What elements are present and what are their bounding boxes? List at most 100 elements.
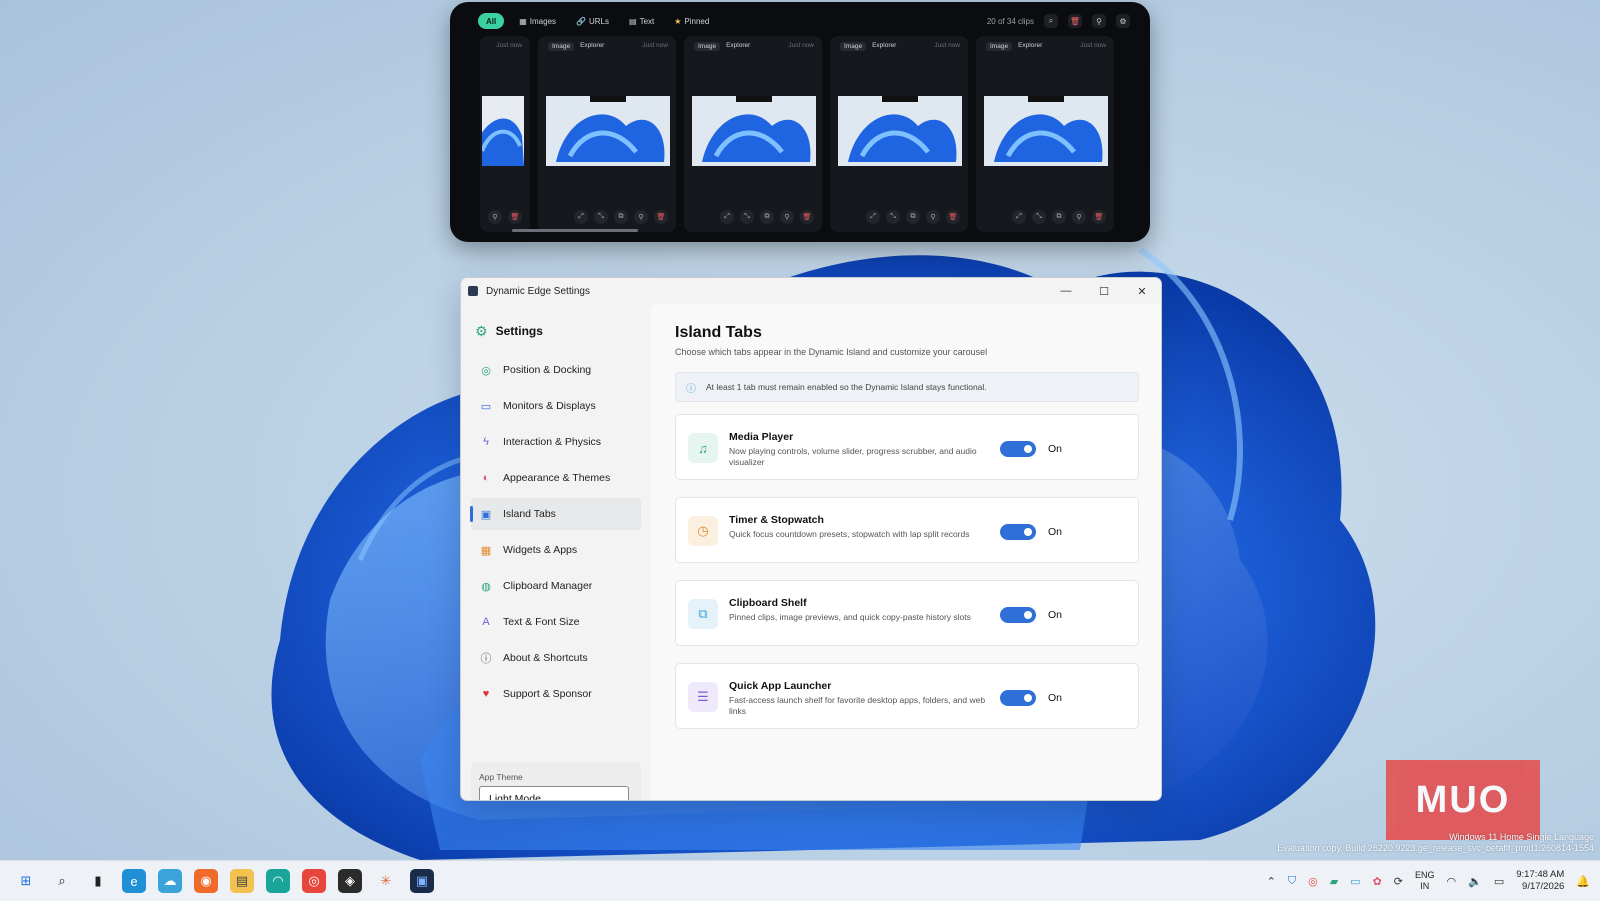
- minimize-button[interactable]: —: [1047, 278, 1085, 304]
- trash-icon[interactable]: 🗑: [654, 210, 668, 224]
- pin-icon[interactable]: ⚲: [488, 210, 502, 224]
- claude-icon[interactable]: ✳: [374, 869, 398, 893]
- monitor-icon[interactable]: ▭: [1350, 875, 1360, 888]
- quick-app-launcher-toggle[interactable]: [1000, 690, 1036, 706]
- sidebar-item-label: Island Tabs: [503, 508, 556, 520]
- clip-card[interactable]: Image Explorer Just now ⤢ ⤡ ⧉ ⚲ 🗑: [976, 36, 1114, 232]
- chrome-tray-icon[interactable]: ◎: [1308, 875, 1318, 888]
- trash-icon[interactable]: 🗑: [1092, 210, 1106, 224]
- tab-card-name: Quick App Launcher: [729, 680, 832, 692]
- clip-card[interactable]: Image Explorer Just now ⤢ ⤡ ⧉ ⚲ 🗑: [684, 36, 822, 232]
- filter-pinned[interactable]: ★ Pinned: [669, 13, 714, 29]
- copy-icon[interactable]: ⧉: [760, 210, 774, 224]
- chrome-icon[interactable]: ◎: [302, 869, 326, 893]
- start-icon[interactable]: ⊞: [14, 869, 38, 893]
- sidebar-item-label: Widgets & Apps: [503, 544, 578, 556]
- filter-all[interactable]: All: [478, 13, 505, 29]
- copy-icon[interactable]: ⧉: [614, 210, 628, 224]
- tab-card-description: Pinned clips, image previews, and quick …: [729, 612, 971, 622]
- github-icon[interactable]: ◈: [338, 869, 362, 893]
- file-explorer-icon[interactable]: ▤: [230, 869, 254, 893]
- battery-icon[interactable]: ▭: [1494, 875, 1504, 888]
- copilot-icon[interactable]: ◠: [266, 869, 290, 893]
- language-code: ENG: [1415, 870, 1435, 880]
- system-clock[interactable]: 9:17:48 AM 9/17/2026: [1516, 869, 1564, 893]
- sidebar-item-monitors-displays[interactable]: ▭ Monitors & Displays: [471, 390, 641, 422]
- sidebar-item-support-sponsor[interactable]: ♥ Support & Sponsor: [471, 678, 641, 710]
- clipboard-shelf-toggle[interactable]: [1000, 607, 1036, 623]
- notification-bell-icon[interactable]: 🔔: [1576, 875, 1590, 888]
- maximize-button[interactable]: ☐: [1085, 278, 1123, 304]
- sidebar-item-widgets-apps[interactable]: ▦ Widgets & Apps: [471, 534, 641, 566]
- trash-icon[interactable]: 🗑: [800, 210, 814, 224]
- app-theme-select[interactable]: Light Mode ⌄: [479, 786, 629, 801]
- firefox-icon[interactable]: ◉: [194, 869, 218, 893]
- app-tray-icon[interactable]: ✿: [1373, 875, 1382, 888]
- copy-icon[interactable]: ⧉: [906, 210, 920, 224]
- clip-count: 20 of 34 clips: [986, 16, 1034, 26]
- sidebar-item-position-docking[interactable]: ◎ Position & Docking: [471, 354, 641, 386]
- filter-images[interactable]: ▦ Images: [514, 13, 561, 29]
- search-icon[interactable]: ⌕: [1044, 14, 1058, 28]
- trash-icon[interactable]: 🗑: [508, 210, 522, 224]
- copy-icon[interactable]: ⧉: [1052, 210, 1066, 224]
- palette-icon: ◐: [482, 472, 490, 484]
- chevron-up-icon[interactable]: ⌃: [1267, 875, 1276, 888]
- filter-urls[interactable]: 🔗 URLs: [571, 13, 614, 29]
- fullscreen-icon[interactable]: ⤡: [1032, 210, 1046, 224]
- chart-icon[interactable]: ▰: [1330, 875, 1338, 888]
- weather-icon[interactable]: ☁: [158, 869, 182, 893]
- sidebar-title: Settings: [495, 324, 543, 338]
- expand-icon[interactable]: ⤢: [1012, 210, 1026, 224]
- dynamic-edge-icon[interactable]: ▣: [410, 869, 434, 893]
- task-view-icon[interactable]: ▮: [86, 869, 110, 893]
- image-icon: ▦: [519, 16, 527, 26]
- media-player-toggle[interactable]: [1000, 441, 1036, 457]
- wifi-icon[interactable]: ◠: [1447, 875, 1457, 888]
- clip-carousel[interactable]: Just now ⚲ 🗑 Image Explorer Just now ⤢ ⤡ ⧉ ⚲ 🗑 …: [480, 36, 1120, 232]
- pin-icon[interactable]: ⚲: [1092, 14, 1106, 28]
- edge-icon[interactable]: e: [122, 869, 146, 893]
- clip-card[interactable]: Image Explorer Just now ⤢ ⤡ ⧉ ⚲ 🗑: [830, 36, 968, 232]
- timer-stopwatch-toggle[interactable]: [1000, 524, 1036, 540]
- muo-logo: MUO: [1386, 760, 1540, 840]
- pin-icon[interactable]: ⚲: [780, 210, 794, 224]
- lightning-icon: ϟ: [483, 436, 489, 448]
- expand-icon[interactable]: ⤢: [720, 210, 734, 224]
- volume-icon[interactable]: 🔈: [1468, 875, 1482, 888]
- gear-icon[interactable]: ⚙: [1116, 14, 1130, 28]
- app-theme-value: Light Mode: [489, 793, 541, 801]
- trash-icon[interactable]: 🗑: [946, 210, 960, 224]
- sidebar-item-clipboard-manager[interactable]: ◍ Clipboard Manager: [471, 570, 641, 602]
- expand-icon[interactable]: ⤢: [866, 210, 880, 224]
- close-button[interactable]: ✕: [1123, 278, 1161, 304]
- shield-icon[interactable]: ⛉: [1288, 875, 1296, 888]
- trash-icon[interactable]: 🗑: [1068, 14, 1082, 28]
- page-title: Island Tabs: [675, 324, 762, 341]
- page-subtitle: Choose which tabs appear in the Dynamic …: [675, 347, 988, 357]
- expand-icon[interactable]: ⤢: [574, 210, 588, 224]
- fullscreen-icon[interactable]: ⤡: [886, 210, 900, 224]
- pin-icon[interactable]: ⚲: [926, 210, 940, 224]
- clip-card[interactable]: Image Explorer Just now ⤢ ⤡ ⧉ ⚲ 🗑: [538, 36, 676, 232]
- link-icon: 🔗: [576, 16, 586, 26]
- fullscreen-icon[interactable]: ⤡: [594, 210, 608, 224]
- sidebar-item-text-font-size[interactable]: A Text & Font Size: [471, 606, 641, 638]
- sync-icon[interactable]: ⟳: [1394, 875, 1403, 888]
- sidebar-item-interaction-physics[interactable]: ϟ Interaction & Physics: [471, 426, 641, 458]
- pin-icon[interactable]: ⚲: [1072, 210, 1086, 224]
- clip-card[interactable]: Just now ⚲ 🗑: [480, 36, 530, 232]
- window-titlebar[interactable]: Dynamic Edge Settings — ☐ ✕: [461, 278, 1161, 304]
- sidebar-nav: ◎ Position & Docking ▭ Monitors & Displays…: [461, 354, 651, 710]
- sidebar-item-label: About & Shortcuts: [503, 652, 588, 664]
- sidebar-item-island-tabs[interactable]: ▣ Island Tabs: [470, 498, 641, 530]
- fullscreen-icon[interactable]: ⤡: [740, 210, 754, 224]
- language-indicator[interactable]: ENG IN: [1415, 870, 1435, 892]
- search-icon[interactable]: ⌕: [50, 869, 74, 893]
- filter-text[interactable]: ▤ Text: [624, 13, 659, 29]
- sidebar-item-appearance-themes[interactable]: ◐ Appearance & Themes: [471, 462, 641, 494]
- sidebar-item-about-shortcuts[interactable]: ⓘ About & Shortcuts: [471, 642, 641, 674]
- pin-icon[interactable]: ⚲: [634, 210, 648, 224]
- tabs-icon: ▣: [480, 508, 492, 521]
- carousel-scrollbar[interactable]: [512, 229, 638, 232]
